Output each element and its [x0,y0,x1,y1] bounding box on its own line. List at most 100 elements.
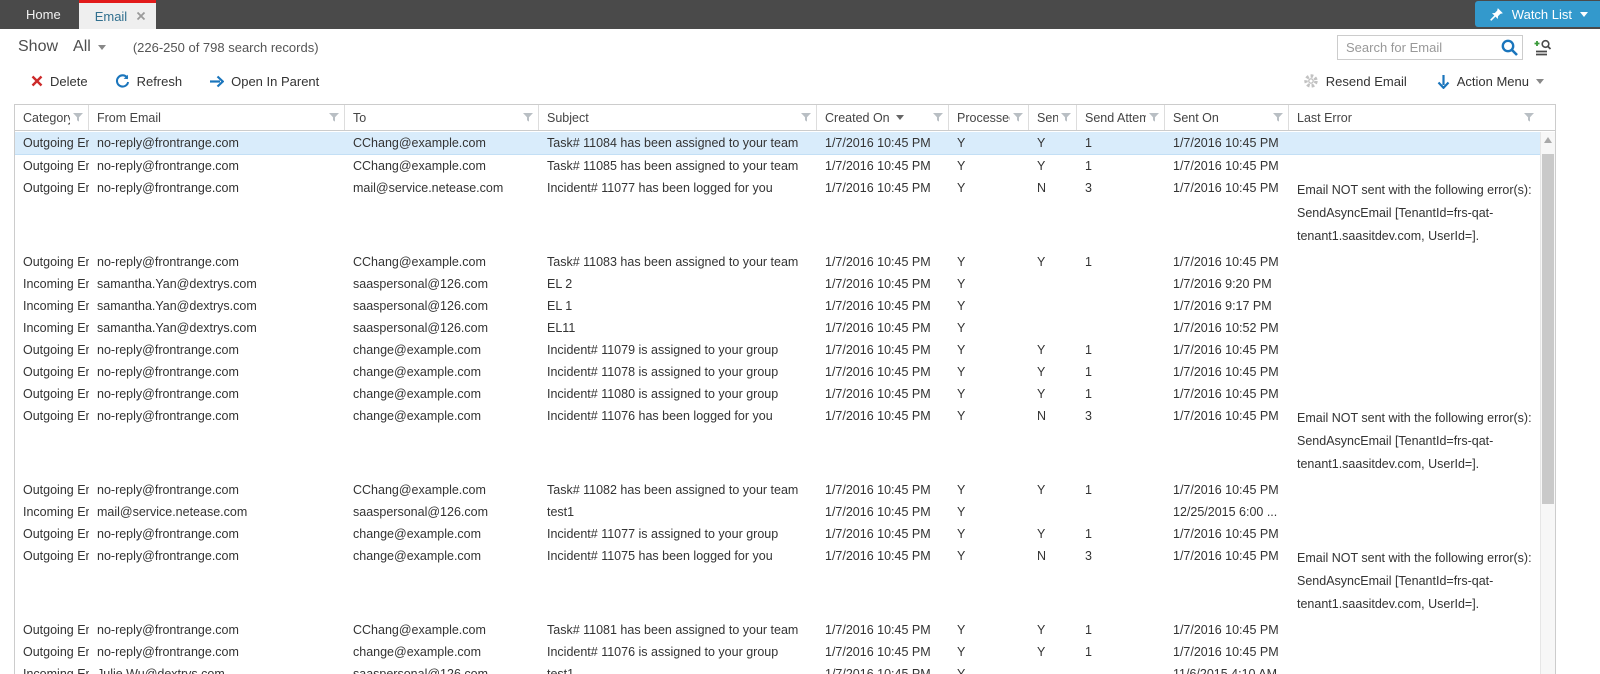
filter-icon[interactable] [326,113,339,122]
table-row[interactable]: Outgoing Emailno-reply@frontrange.comCCh… [15,251,1555,273]
cell-sent-on: 1/7/2016 10:45 PM [1165,523,1289,545]
cell-to: CChang@example.com [345,132,539,154]
pushpin-icon [1489,7,1504,22]
table-row[interactable]: Incoming Emailsamantha.Yan@dextrys.comsa… [15,317,1555,339]
column-header-send-attempts[interactable]: Send Attem... [1077,105,1165,130]
table-row[interactable]: Outgoing Emailno-reply@frontrange.comcha… [15,405,1555,479]
cell-subject: test1 [539,663,817,674]
filter-icon[interactable] [70,113,83,122]
filter-icon[interactable] [798,113,811,122]
table-row[interactable]: Incoming Emailmail@service.netease.comsa… [15,501,1555,523]
cell-subject: Task# 11085 has been assigned to your te… [539,155,817,177]
cell-subject: Task# 11082 has been assigned to your te… [539,479,817,501]
cell-created-on: 1/7/2016 10:45 PM [817,251,949,273]
filter-icon[interactable] [930,113,943,122]
watch-list-label: Watch List [1512,7,1572,22]
table-row[interactable]: Incoming EmailJulie.Wu@dextrys.comsaaspe… [15,663,1555,674]
cell-send-attempts: 3 [1077,405,1165,427]
column-header-last-error[interactable]: Last Error [1289,105,1539,130]
table-row[interactable]: Incoming Emailsamantha.Yan@dextrys.comsa… [15,295,1555,317]
table-row[interactable]: Outgoing Emailno-reply@frontrange.commai… [15,177,1555,251]
filter-icon[interactable] [520,113,533,122]
table-row[interactable]: Outgoing Emailno-reply@frontrange.comCCh… [15,155,1555,177]
scrollbar-thumb[interactable] [1542,154,1554,504]
close-icon[interactable] [136,11,146,21]
cell-to: change@example.com [345,383,539,405]
cell-category: Outgoing Email [15,361,89,383]
table-row[interactable]: Outgoing Emailno-reply@frontrange.comcha… [15,361,1555,383]
cell-sent: Y [1029,132,1077,154]
tab-home-label: Home [26,7,61,22]
search-icon[interactable] [1500,38,1519,57]
cell-created-on: 1/7/2016 10:45 PM [817,501,949,523]
grid-header: CategoryFrom EmailToSubjectCreated OnPro… [15,105,1555,131]
filter-icon[interactable] [1521,113,1534,122]
resend-email-button[interactable]: Resend Email [1303,73,1407,89]
cell-sent [1029,273,1077,279]
refresh-button[interactable]: Refresh [115,74,183,89]
table-row[interactable]: Outgoing Emailno-reply@frontrange.comCCh… [15,619,1555,641]
cell-processed: Y [949,523,1029,545]
cell-processed: Y [949,295,1029,317]
cell-category: Outgoing Email [15,405,89,427]
show-filter-dropdown[interactable]: All [73,38,106,56]
column-header-to[interactable]: To [345,105,539,130]
scroll-up-icon[interactable] [1544,137,1552,143]
table-row[interactable]: Outgoing Emailno-reply@frontrange.comcha… [15,545,1555,619]
cell-subject: Incident# 11080 is assigned to your grou… [539,383,817,405]
cell-from-email: no-reply@frontrange.com [89,545,345,567]
column-header-subject[interactable]: Subject [539,105,817,130]
cell-last-error [1289,641,1539,646]
column-header-processed[interactable]: Processed [949,105,1029,130]
table-row[interactable]: Outgoing Emailno-reply@frontrange.comcha… [15,339,1555,361]
cell-subject: EL 2 [539,273,817,295]
column-header-category[interactable]: Category [15,105,89,130]
table-row[interactable]: Outgoing Emailno-reply@frontrange.comcha… [15,523,1555,545]
cell-last-error [1289,361,1539,366]
column-header-sent[interactable]: Sent [1029,105,1077,130]
sub-header: Show All (226-250 of 798 search records) [0,29,1600,65]
column-header-from-email[interactable]: From Email [89,105,345,130]
vertical-scrollbar[interactable] [1540,132,1555,674]
cell-from-email: Julie.Wu@dextrys.com [89,663,345,674]
cell-created-on: 1/7/2016 10:45 PM [817,641,949,663]
cell-created-on: 1/7/2016 10:45 PM [817,295,949,317]
cell-category: Outgoing Email [15,479,89,501]
column-header-sent-on[interactable]: Sent On [1165,105,1289,130]
cell-from-email: no-reply@frontrange.com [89,251,345,273]
table-row[interactable]: Outgoing Emailno-reply@frontrange.comCCh… [15,132,1555,155]
cell-from-email: mail@service.netease.com [89,501,345,523]
cell-send-attempts: 1 [1077,155,1165,177]
cell-sent-on: 12/25/2015 6:00 ... [1165,501,1289,523]
filter-icon[interactable] [1146,113,1159,122]
filter-icon[interactable] [1010,113,1023,122]
cell-to: saaspersonal@126.com [345,273,539,295]
cell-processed: Y [949,501,1029,523]
tab-home[interactable]: Home [8,0,79,29]
column-header-created-on[interactable]: Created On [817,105,949,130]
table-row[interactable]: Outgoing Emailno-reply@frontrange.comcha… [15,383,1555,405]
records-summary: (226-250 of 798 search records) [133,40,319,55]
cell-last-error [1289,663,1539,668]
cell-category: Outgoing Email [15,251,89,273]
table-row[interactable]: Incoming Emailsamantha.Yan@dextrys.comsa… [15,273,1555,295]
cell-to: change@example.com [345,523,539,545]
saved-search-icon[interactable] [1532,36,1554,58]
filter-icon[interactable] [1058,113,1071,122]
cell-send-attempts: 1 [1077,479,1165,501]
table-row[interactable]: Outgoing Emailno-reply@frontrange.comcha… [15,641,1555,663]
cell-subject: Incident# 11075 has been logged for you [539,545,817,567]
cell-sent-on: 1/7/2016 10:45 PM [1165,361,1289,383]
action-menu-button[interactable]: Action Menu [1437,74,1544,89]
table-row[interactable]: Outgoing Emailno-reply@frontrange.comCCh… [15,479,1555,501]
tab-email[interactable]: Email [79,0,157,29]
cell-to: change@example.com [345,641,539,663]
cell-sent: Y [1029,479,1077,501]
filter-icon[interactable] [1270,113,1283,122]
watch-list-button[interactable]: Watch List [1475,1,1600,27]
open-in-parent-button[interactable]: Open In Parent [209,74,319,89]
cell-to: CChang@example.com [345,619,539,641]
cell-from-email: no-reply@frontrange.com [89,361,345,383]
delete-button[interactable]: Delete [31,74,88,89]
search-input[interactable] [1337,35,1523,60]
